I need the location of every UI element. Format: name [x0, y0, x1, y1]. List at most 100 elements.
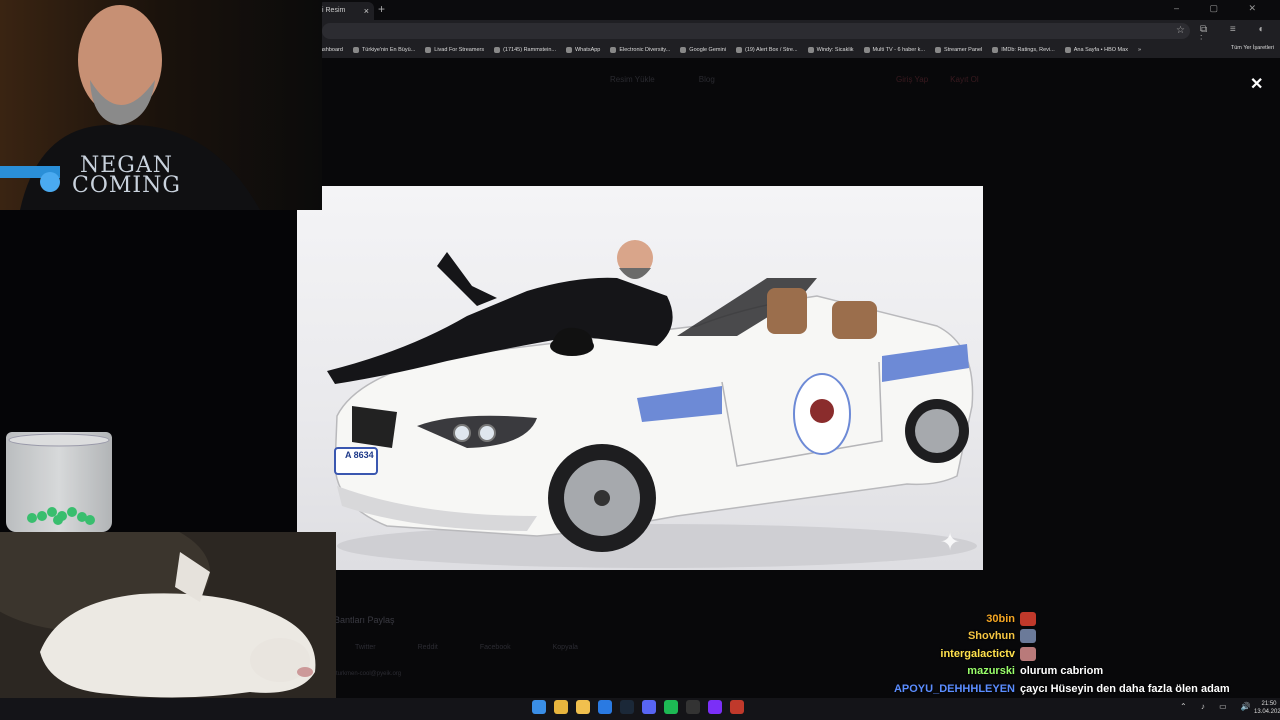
- login-link[interactable]: Giriş Yap: [896, 75, 928, 84]
- bookmark-label: »: [1137, 47, 1142, 53]
- tab-title: i Resim: [322, 7, 346, 14]
- bookmark-favicon-icon: [735, 47, 742, 53]
- bookmark-item[interactable]: IMDb: Ratings, Revi...: [992, 47, 1055, 53]
- webcam-overlay: NEGAN COMING: [0, 0, 322, 210]
- bookmark-label: WhatsApp: [574, 47, 601, 53]
- bookmark-favicon-icon: [565, 47, 572, 53]
- file-explorer-icon[interactable]: [576, 700, 590, 714]
- bookmark-label: Livad For Streamers: [434, 47, 485, 53]
- page-nav: Resim Yükle Blog: [610, 75, 715, 84]
- chat-text: çaycı Hüseyin den daha fazla ölen adam: [1020, 682, 1230, 695]
- shirt-text-line2: COMING: [72, 173, 181, 198]
- browser-tab[interactable]: i Resim ×: [318, 2, 374, 20]
- bookmark-item[interactable]: »: [1138, 47, 1141, 53]
- bookmark-favicon-icon: [807, 47, 814, 53]
- bookmark-item[interactable]: WhatsApp: [565, 47, 601, 53]
- share-heading: Bantları Paylaş: [334, 615, 395, 625]
- app-icon[interactable]: [598, 700, 612, 714]
- bookmark-label: Streamer Panel: [944, 47, 983, 53]
- car-photo-illustration: [327, 240, 977, 568]
- bookmark-label: Türkiye'nin En Büyü...: [361, 47, 416, 53]
- bookmark-favicon-icon: [494, 47, 501, 53]
- chat-emote-icon: [1020, 629, 1036, 644]
- pet-cam-overlay: [0, 532, 336, 720]
- bookmark-favicon-icon: [610, 47, 617, 53]
- bookmark-item[interactable]: ashboard: [320, 47, 343, 53]
- taskbar-clock[interactable]: 21:50 13.04.2026: [1254, 700, 1280, 716]
- bookmark-label: Electronic Diversity...: [619, 47, 671, 53]
- nav-upload-link[interactable]: Resim Yükle: [610, 75, 655, 84]
- bookmark-favicon-icon: [352, 47, 359, 53]
- system-tray[interactable]: ⌃ ♪ ▭ 🔊: [1180, 702, 1257, 711]
- bookmark-star-icon[interactable]: ☆: [1176, 25, 1185, 36]
- bookmark-favicon-icon: [863, 47, 870, 53]
- nav-blog-link[interactable]: Blog: [699, 75, 715, 84]
- chat-text: olurum cabriom: [1020, 665, 1104, 678]
- chat-username[interactable]: Shovhun: [968, 630, 1015, 642]
- bookmark-favicon-icon: [992, 47, 999, 53]
- bookmark-favicon-icon: [425, 47, 432, 53]
- next-icon[interactable]: [708, 700, 722, 714]
- shirt-text: NEGAN COMING: [72, 155, 181, 198]
- bookmark-label: Ana Sayfa • HBO Max: [1073, 47, 1128, 53]
- chat-username[interactable]: intergalactictv: [940, 648, 1015, 660]
- page-auth-nav: Giriş Yap Kayıt Ol: [896, 75, 979, 84]
- new-tab-button[interactable]: +: [378, 2, 385, 16]
- share-copy-button[interactable]: Kopyala: [553, 644, 578, 651]
- bookmark-favicon-icon: [680, 47, 687, 53]
- signup-button[interactable]: Kayıt Ol: [950, 75, 978, 84]
- bookmark-item[interactable]: Electronic Diversity...: [610, 47, 670, 53]
- steam-icon[interactable]: [620, 700, 634, 714]
- bookmark-favicon-icon: [1064, 47, 1071, 53]
- bookmark-item[interactable]: (19) Alert Box / Stre...: [735, 47, 798, 53]
- sparkle-icon: ✦: [940, 529, 961, 556]
- bookmark-item[interactable]: Multi TV - 6 haber k...: [863, 47, 926, 53]
- bookmark-label: Windy: Sicaklik: [816, 47, 854, 53]
- chrome-icon[interactable]: [554, 700, 568, 714]
- bookmark-item[interactable]: Google Gemini: [680, 47, 726, 53]
- bookmark-item[interactable]: Türkiye'nin En Büyü...: [352, 47, 416, 53]
- taskbar-apps: [532, 700, 744, 714]
- share-url: turkmen-cool@pyeik.org: [336, 671, 402, 677]
- share-twitter-button[interactable]: Twitter: [355, 644, 376, 651]
- window-controls[interactable]: – ▢ ✕: [1174, 3, 1270, 14]
- chat-username[interactable]: APOYU_DEHHHLEYEN: [894, 683, 1015, 695]
- discord-icon[interactable]: [642, 700, 656, 714]
- bookmark-item[interactable]: Streamer Panel: [935, 47, 982, 53]
- tab-close-icon[interactable]: ×: [364, 2, 369, 20]
- all-bookmarks-link[interactable]: Tüm Yer İşaretleri: [1231, 45, 1274, 51]
- share-facebook-button[interactable]: Facebook: [480, 644, 511, 651]
- bookmark-item[interactable]: Livad For Streamers: [425, 47, 484, 53]
- address-bar[interactable]: [322, 23, 1190, 39]
- spotify-icon[interactable]: [664, 700, 678, 714]
- recorder-icon[interactable]: [730, 700, 744, 714]
- chat-username[interactable]: 30bin: [986, 613, 1015, 625]
- bookmark-label: Multi TV - 6 haber k...: [872, 47, 926, 53]
- chat-message: mazurski olurum cabriom: [820, 663, 1240, 681]
- clock-date: 13.04.2026: [1254, 709, 1280, 715]
- bookmark-label: ashboard: [320, 47, 343, 53]
- glass-widget: [6, 432, 112, 532]
- start-icon[interactable]: [532, 700, 546, 714]
- bookmark-item[interactable]: Ana Sayfa • HBO Max: [1064, 47, 1128, 53]
- modal-image: [297, 186, 983, 570]
- bookmark-label: IMDb: Ratings, Revi...: [1001, 47, 1055, 53]
- bookmark-favicon-icon: [935, 47, 942, 53]
- bookmark-label: (17145) Rammstein...: [503, 47, 556, 53]
- bookmarks-bar: ashboard Türkiye'nin En Büyü... Livad For …: [320, 42, 1280, 58]
- sleeping-dog-illustration: [0, 532, 336, 720]
- bookmark-label: (19) Alert Box / Stre...: [744, 47, 798, 53]
- bookmark-item[interactable]: (17145) Rammstein...: [494, 47, 556, 53]
- license-plate-text: A 8634: [345, 450, 374, 460]
- close-modal-button[interactable]: ✕: [1250, 74, 1263, 94]
- epic-games-icon[interactable]: [686, 700, 700, 714]
- chat-message: APOYU_DEHHHLEYEN çaycı Hüseyin den daha f…: [820, 680, 1240, 698]
- chat-username[interactable]: mazurski: [967, 665, 1015, 677]
- share-buttons: Twitter Reddit Facebook Kopyala: [355, 644, 578, 651]
- glass-beads-illustration: [8, 433, 110, 525]
- bookmark-label: Google Gemini: [689, 47, 726, 53]
- bookmark-item[interactable]: Windy: Sicaklik: [807, 47, 854, 53]
- chat-message: 30bin: [820, 610, 1240, 628]
- chat-message: Shovhun: [820, 628, 1240, 646]
- share-reddit-button[interactable]: Reddit: [418, 644, 438, 651]
